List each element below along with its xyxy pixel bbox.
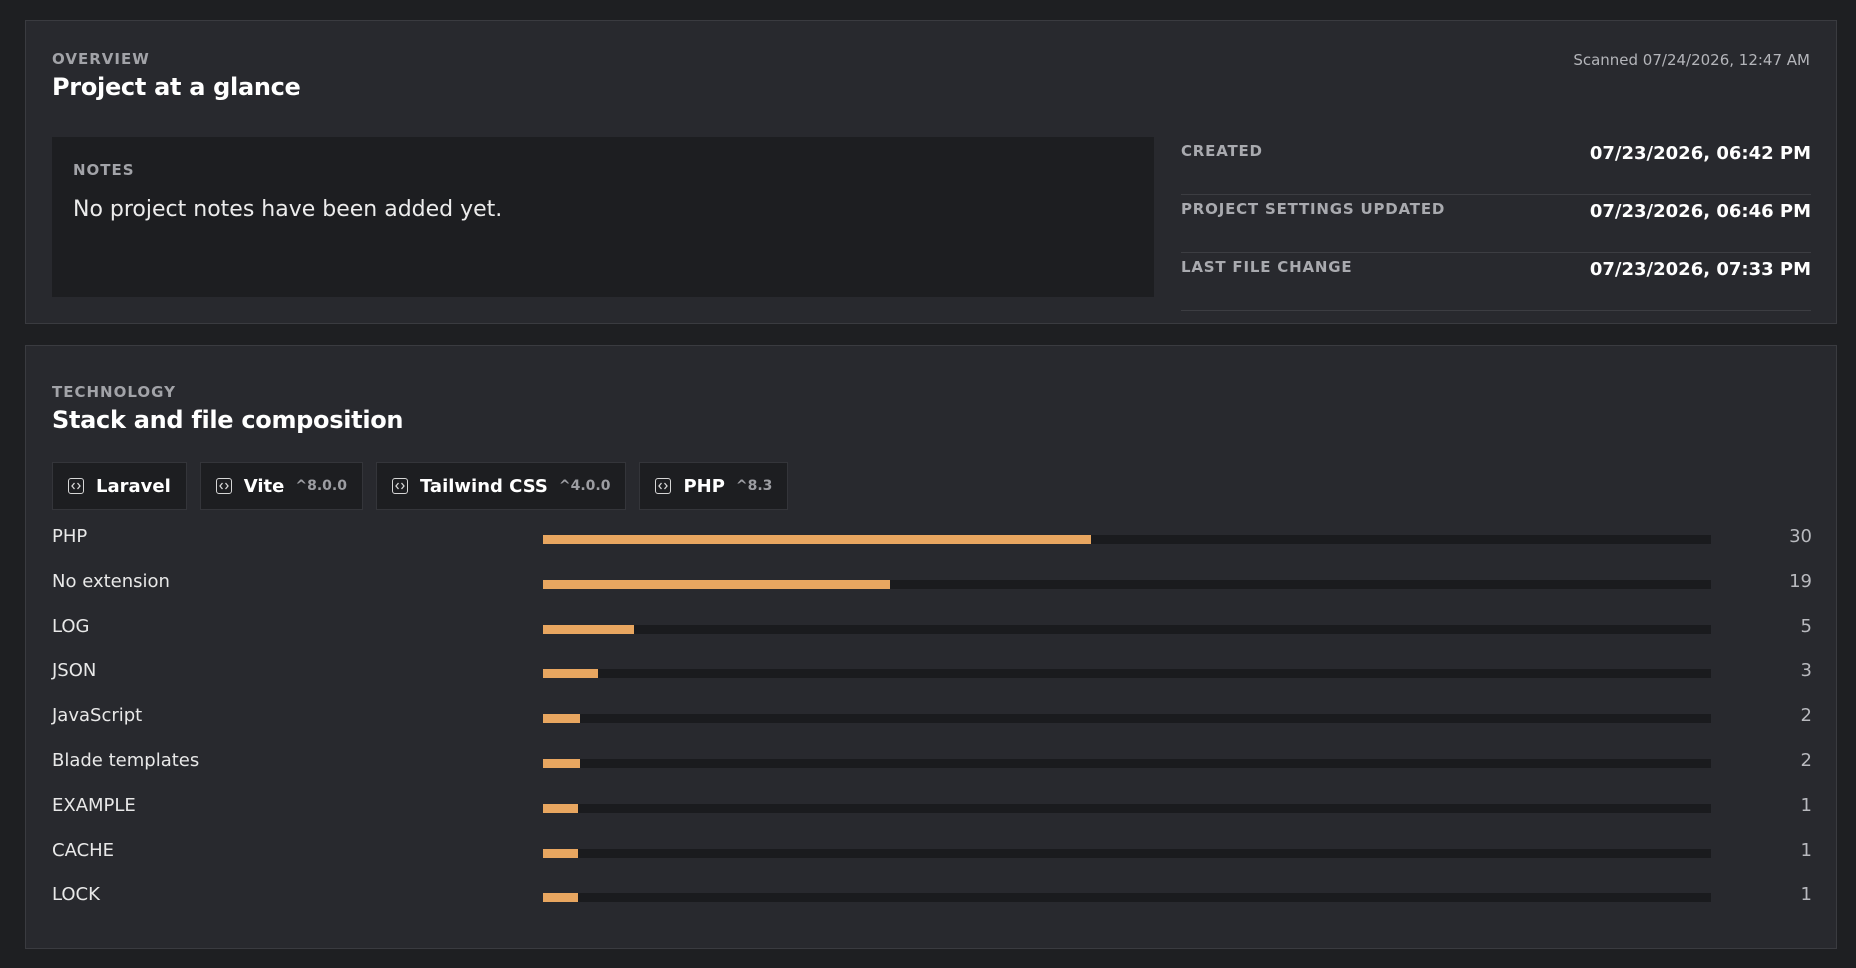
- file-type-label: LOCK: [52, 884, 100, 906]
- file-type-bar-fill: [543, 758, 580, 768]
- meta-value: 07/23/2026, 06:46 PM: [1589, 201, 1811, 222]
- file-type-count: 2: [1800, 705, 1812, 727]
- file-type-count: 30: [1789, 526, 1812, 547]
- file-type-label: No extension: [52, 570, 170, 592]
- stack-chip-laravel[interactable]: Laravel: [52, 462, 187, 510]
- overview-title: Project at a glance: [52, 73, 301, 101]
- stack-chip-name: Vite: [243, 475, 285, 497]
- file-type-count: 2: [1800, 749, 1812, 771]
- code-icon: [391, 478, 408, 494]
- overview-panel: OVERVIEW Project at a glance Scanned 07/…: [25, 20, 1837, 324]
- meta-row-created: CREATED 07/23/2026, 06:42 PM: [1181, 137, 1811, 195]
- file-type-row: No extension 19: [52, 571, 1812, 616]
- stack-chip-version: ^8.3: [735, 478, 773, 494]
- stack-chip-version: ^4.0.0: [558, 478, 611, 494]
- file-type-row: LOG 5: [52, 616, 1812, 661]
- meta-row-last-file-change: LAST FILE CHANGE 07/23/2026, 07:33 PM: [1181, 253, 1811, 311]
- file-type-bar-track: [543, 579, 1711, 589]
- meta-value: 07/23/2026, 07:33 PM: [1589, 259, 1811, 280]
- notes-box: NOTES No project notes have been added y…: [52, 137, 1154, 297]
- stack-chip-name: Laravel: [96, 475, 171, 497]
- file-type-bar-track: [543, 624, 1711, 634]
- file-type-row: CACHE 1: [52, 840, 1812, 885]
- file-type-row: EXAMPLE 1: [52, 795, 1812, 840]
- file-type-bar-fill: [543, 803, 579, 813]
- scanned-timestamp: Scanned 07/24/2026, 12:47 AM: [1573, 51, 1810, 69]
- code-icon: [215, 478, 232, 494]
- file-type-row: PHP 30: [52, 526, 1812, 571]
- file-type-bar-track: [543, 669, 1711, 679]
- stack-chip-php[interactable]: PHP ^8.3: [639, 462, 789, 510]
- technology-title: Stack and file composition: [52, 406, 404, 434]
- project-meta: CREATED 07/23/2026, 06:42 PM PROJECT SET…: [1181, 137, 1811, 311]
- file-type-label: LOG: [52, 615, 90, 637]
- file-type-count: 1: [1800, 884, 1812, 906]
- file-type-count: 19: [1789, 570, 1812, 592]
- meta-label: CREATED: [1181, 142, 1263, 160]
- technology-eyebrow: TECHNOLOGY: [52, 383, 176, 401]
- stack-chip-vite[interactable]: Vite ^8.0.0: [199, 462, 363, 510]
- stack-chip-name: PHP: [683, 475, 725, 497]
- file-type-row: Blade templates 2: [52, 750, 1812, 795]
- file-type-label: EXAMPLE: [52, 794, 136, 816]
- meta-row-settings-updated: PROJECT SETTINGS UPDATED 07/23/2026, 06:…: [1181, 195, 1811, 253]
- file-type-bar-fill: [543, 535, 1091, 544]
- file-type-count: 5: [1800, 615, 1812, 637]
- file-type-label: CACHE: [52, 839, 115, 861]
- stack-chips: Laravel Vite ^8.0.0 Tailwind CSS ^4.0.0 …: [52, 462, 801, 510]
- file-type-bar-track: [543, 758, 1711, 768]
- file-type-bar-track: [543, 893, 1711, 903]
- code-icon: [68, 478, 84, 494]
- code-icon: [655, 478, 672, 494]
- file-type-row: LOCK 1: [52, 884, 1812, 929]
- notes-label: NOTES: [73, 161, 135, 179]
- file-type-bar-fill: [543, 669, 598, 679]
- file-type-bar-track: [543, 714, 1711, 724]
- meta-label: PROJECT SETTINGS UPDATED: [1181, 200, 1446, 218]
- overview-eyebrow: OVERVIEW: [52, 50, 150, 68]
- file-type-bar-fill: [543, 714, 580, 724]
- file-type-bar-fill: [543, 624, 635, 634]
- file-type-label: JavaScript: [52, 705, 143, 727]
- file-type-bar-fill: [543, 893, 579, 903]
- file-type-count: 1: [1800, 794, 1812, 816]
- file-type-count: 1: [1800, 839, 1812, 861]
- file-type-bar-track: [543, 535, 1711, 544]
- stack-chip-version: ^8.0.0: [295, 478, 347, 494]
- meta-label: LAST FILE CHANGE: [1181, 258, 1353, 276]
- file-type-row: JavaScript 2: [52, 705, 1812, 750]
- stack-chip-tailwind[interactable]: Tailwind CSS ^4.0.0: [375, 462, 627, 510]
- file-composition-list: PHP 30 No extension 19 LOG 5 JSON 3 Java…: [52, 526, 1812, 929]
- technology-panel: TECHNOLOGY Stack and file composition La…: [25, 345, 1837, 949]
- file-type-label: Blade templates: [52, 749, 200, 771]
- meta-value: 07/23/2026, 06:42 PM: [1589, 143, 1811, 164]
- file-type-label: PHP: [52, 526, 88, 547]
- file-type-bar-track: [543, 848, 1711, 858]
- stack-chip-name: Tailwind CSS: [419, 475, 548, 497]
- file-type-row: JSON 3: [52, 660, 1812, 705]
- notes-text: No project notes have been added yet.: [73, 197, 503, 222]
- file-type-bar-fill: [543, 579, 890, 589]
- file-type-count: 3: [1800, 660, 1812, 682]
- file-type-bar-track: [543, 803, 1711, 813]
- file-type-label: JSON: [52, 660, 97, 682]
- file-type-bar-fill: [543, 848, 579, 858]
